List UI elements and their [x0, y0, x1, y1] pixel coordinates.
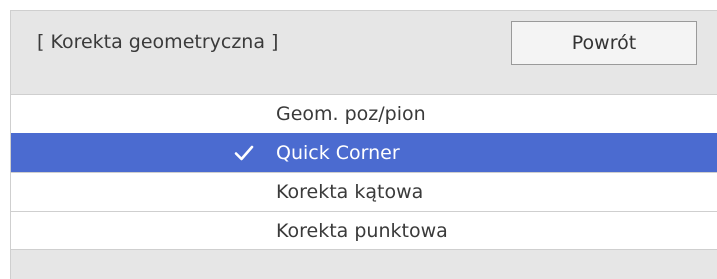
panel-header: [ Korekta geometryczna ] Powrót	[11, 11, 717, 94]
menu-item-label: Korekta punktowa	[276, 219, 448, 242]
menu-item-label: Korekta kątowa	[276, 181, 424, 203]
menu-item-label: Geom. poz/pion	[276, 103, 426, 125]
menu-item-label: Quick Corner	[276, 142, 400, 164]
back-button[interactable]: Powrót	[511, 21, 697, 65]
check-icon	[233, 142, 255, 164]
correction-menu: Geom. poz/pion Quick Corner Korekta kąto…	[11, 94, 717, 250]
panel-title: [ Korekta geometryczna ]	[37, 31, 279, 53]
menu-item-geom-poz-pion[interactable]: Geom. poz/pion	[11, 94, 717, 133]
geometry-correction-panel: [ Korekta geometryczna ] Powrót Geom. po…	[10, 10, 717, 279]
menu-item-korekta-punktowa[interactable]: Korekta punktowa	[11, 211, 717, 250]
menu-item-korekta-katowa[interactable]: Korekta kątowa	[11, 172, 717, 211]
menu-item-quick-corner[interactable]: Quick Corner	[11, 133, 717, 172]
